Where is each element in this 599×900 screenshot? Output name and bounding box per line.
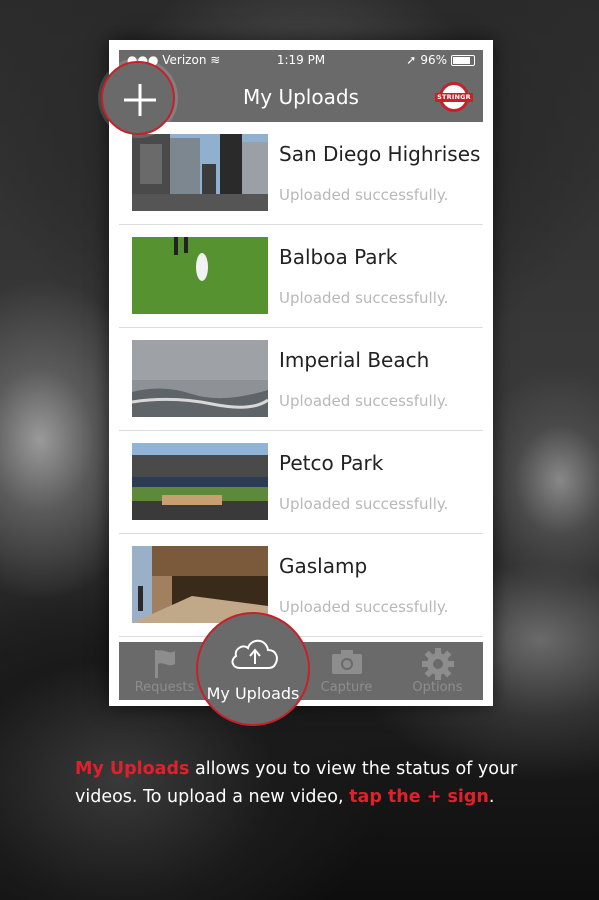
battery-icon — [451, 54, 475, 66]
list-item[interactable]: Gaslamp Uploaded successfully. — [119, 534, 483, 637]
plus-icon — [124, 84, 156, 116]
upload-status: Uploaded successfully. — [279, 289, 449, 307]
tab-label: Requests — [134, 680, 195, 695]
caption-highlight-tap-plus: tap the + sign — [349, 787, 489, 807]
flag-icon — [154, 650, 175, 678]
upload-status: Uploaded successfully. — [279, 598, 449, 616]
phone-frame: ●●● Verizon ≋ 1:19 PM ➚ 96% My Uploads S… — [109, 40, 493, 706]
battery-percent: 96% — [420, 53, 447, 67]
video-thumbnail — [132, 340, 268, 417]
upload-status: Uploaded successfully. — [279, 186, 449, 204]
status-bar: ●●● Verizon ≋ 1:19 PM ➚ 96% — [119, 50, 483, 70]
location-arrow-icon: ➚ — [406, 53, 417, 67]
upload-title: San Diego Highrises — [279, 142, 481, 166]
video-thumbnail — [132, 443, 268, 520]
app-screen: ●●● Verizon ≋ 1:19 PM ➚ 96% My Uploads S… — [119, 50, 483, 700]
tab-capture[interactable]: Capture — [301, 642, 392, 700]
uploads-list: San Diego Highrises Uploaded successfull… — [119, 122, 483, 637]
logo-text: STRINGR — [435, 93, 473, 102]
tab-label-active: My Uploads — [206, 684, 300, 703]
upload-title: Petco Park — [279, 451, 384, 475]
upload-title: Imperial Beach — [279, 348, 430, 372]
video-thumbnail — [132, 237, 268, 314]
my-uploads-tab-highlight[interactable]: My Uploads — [196, 612, 310, 726]
upload-title: Balboa Park — [279, 245, 398, 269]
stringr-logo: STRINGR — [435, 82, 473, 112]
upload-status: Uploaded successfully. — [279, 495, 449, 513]
battery-status: ➚ 96% — [406, 53, 475, 67]
upload-status: Uploaded successfully. — [279, 392, 449, 410]
list-item[interactable]: Imperial Beach Uploaded successfully. — [119, 328, 483, 431]
tab-options[interactable]: Options — [392, 642, 483, 700]
caption-highlight-my-uploads: My Uploads — [75, 759, 190, 779]
caption-text-end: . — [488, 787, 495, 807]
tab-label: Options — [412, 680, 463, 695]
add-upload-button[interactable] — [101, 61, 175, 135]
upload-title: Gaslamp — [279, 554, 368, 578]
cloud-upload-icon — [231, 639, 278, 669]
tab-label: Capture — [320, 680, 373, 695]
instruction-caption: My Uploads allows you to view the status… — [75, 755, 555, 811]
video-thumbnail — [132, 134, 268, 211]
list-item[interactable]: San Diego Highrises Uploaded successfull… — [119, 122, 483, 225]
camera-icon — [331, 650, 362, 674]
list-item[interactable]: Balboa Park Uploaded successfully. — [119, 225, 483, 328]
gear-icon — [421, 648, 454, 680]
list-item[interactable]: Petco Park Uploaded successfully. — [119, 431, 483, 534]
